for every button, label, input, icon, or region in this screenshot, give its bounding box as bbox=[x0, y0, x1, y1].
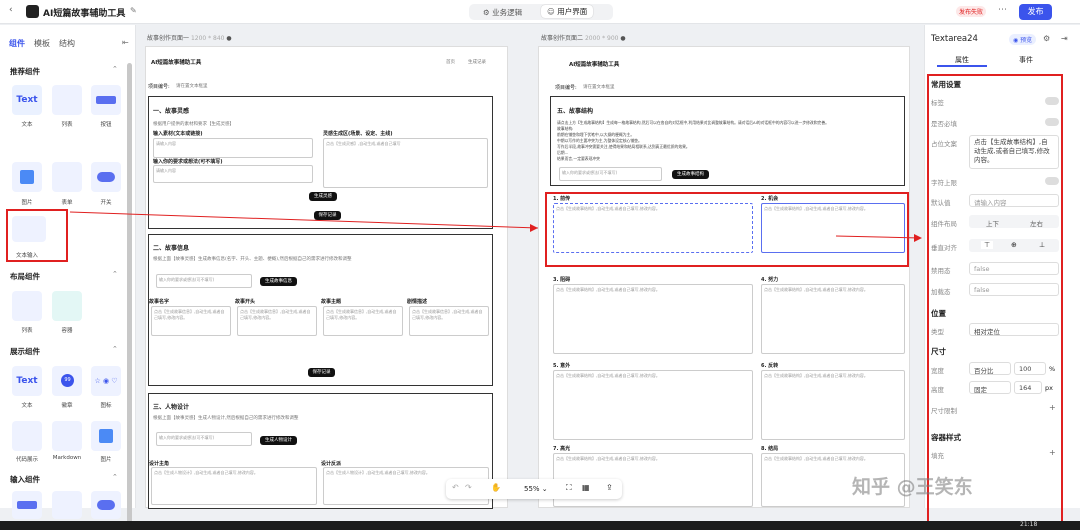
loading-field[interactable]: false bbox=[969, 283, 1059, 296]
layout-option-vertical[interactable]: 上下 bbox=[986, 218, 999, 228]
label-disabled: 禁用态 bbox=[931, 267, 951, 275]
label-size-limit: 尺寸限制 bbox=[931, 407, 957, 415]
clock: 21:18 bbox=[1020, 521, 1038, 528]
label-vertical-align: 垂直对齐 bbox=[931, 244, 957, 252]
active-tab-indicator bbox=[937, 65, 987, 67]
label-loading: 加载态 bbox=[931, 288, 951, 296]
taskbar: 21:18 bbox=[0, 521, 1080, 530]
label-position-type: 类型 bbox=[931, 328, 944, 336]
required-toggle[interactable] bbox=[1045, 118, 1059, 126]
gear-icon[interactable]: ⚙ bbox=[1043, 34, 1050, 43]
preview-button[interactable]: ◉ 预览 bbox=[1009, 34, 1037, 45]
label-height: 高度 bbox=[931, 386, 944, 394]
watermark: 知乎 @王笑东 bbox=[852, 476, 973, 498]
zoom-select[interactable]: 55% ⌄ bbox=[524, 485, 548, 493]
label-default: 默认值 bbox=[931, 199, 951, 207]
label-placeholder: 占位文案 bbox=[931, 140, 957, 148]
width-mode-select[interactable]: 百分比 bbox=[969, 362, 1011, 375]
height-mode-select[interactable]: 固定 bbox=[969, 381, 1011, 394]
label-required: 是否必填 bbox=[931, 120, 957, 128]
hand-tool-icon[interactable]: ✋ bbox=[491, 483, 501, 492]
section-container-style: 容器样式 bbox=[931, 433, 961, 442]
add-icon[interactable]: + bbox=[1049, 448, 1056, 457]
align-switch: ⊤ ⊕ ⊥ bbox=[969, 239, 1059, 252]
section-common: 常用设置 bbox=[931, 80, 961, 89]
label-fill: 填充 bbox=[931, 452, 944, 460]
default-value-field[interactable]: 请输入内容 bbox=[969, 194, 1059, 207]
position-type-select[interactable]: 相对定位 bbox=[969, 323, 1059, 336]
add-icon[interactable]: + bbox=[1049, 403, 1056, 412]
annotation-arrows bbox=[69, 211, 922, 242]
label-tag: 标签 bbox=[931, 99, 944, 107]
height-unit: px bbox=[1045, 384, 1053, 392]
align-middle-icon[interactable]: ⊕ bbox=[1011, 241, 1017, 249]
label-max-length: 字符上限 bbox=[931, 179, 957, 187]
section-size: 尺寸 bbox=[931, 347, 946, 356]
canvas-toolbar: ↶ ↷ ✋ 55% ⌄ ⛶ ▦ ⇪ bbox=[446, 479, 622, 499]
layout-option-horizontal[interactable]: 左右 bbox=[1030, 218, 1043, 228]
undo-icon[interactable]: ↶ bbox=[452, 483, 459, 492]
align-top-icon[interactable]: ⊤ bbox=[981, 241, 994, 249]
disabled-field[interactable]: false bbox=[969, 262, 1059, 275]
grid-icon[interactable]: ▦ bbox=[582, 483, 590, 492]
tab-events[interactable]: 事件 bbox=[1019, 55, 1033, 65]
layout-switch: 上下 左右 bbox=[969, 215, 1059, 228]
label-toggle[interactable] bbox=[1045, 97, 1059, 105]
label-layout: 组件布局 bbox=[931, 220, 957, 228]
redo-icon[interactable]: ↷ bbox=[465, 483, 472, 492]
panel-collapse-icon[interactable]: ⇥ bbox=[1061, 34, 1068, 43]
section-position: 位置 bbox=[931, 309, 946, 318]
fit-screen-icon[interactable]: ⛶ bbox=[566, 483, 572, 493]
export-icon[interactable]: ⇪ bbox=[606, 483, 613, 492]
max-length-toggle[interactable] bbox=[1045, 177, 1059, 185]
property-panel: Textarea24 ◉ 预览 ⚙ ⇥ 属性 事件 常用设置 标签 是否必填 占… bbox=[924, 25, 1080, 526]
tab-properties[interactable]: 属性 bbox=[955, 55, 969, 65]
height-value-field[interactable]: 164 bbox=[1014, 381, 1042, 394]
width-value-field[interactable]: 100 bbox=[1014, 362, 1046, 375]
placeholder-field[interactable]: 点击【生成故事结构】,自动生成,或者自己填写,修改内容。 bbox=[969, 135, 1059, 169]
width-unit: % bbox=[1049, 365, 1056, 373]
label-width: 宽度 bbox=[931, 367, 944, 375]
component-name: Textarea24 bbox=[931, 34, 978, 44]
align-bottom-icon[interactable]: ⊥ bbox=[1039, 241, 1045, 249]
